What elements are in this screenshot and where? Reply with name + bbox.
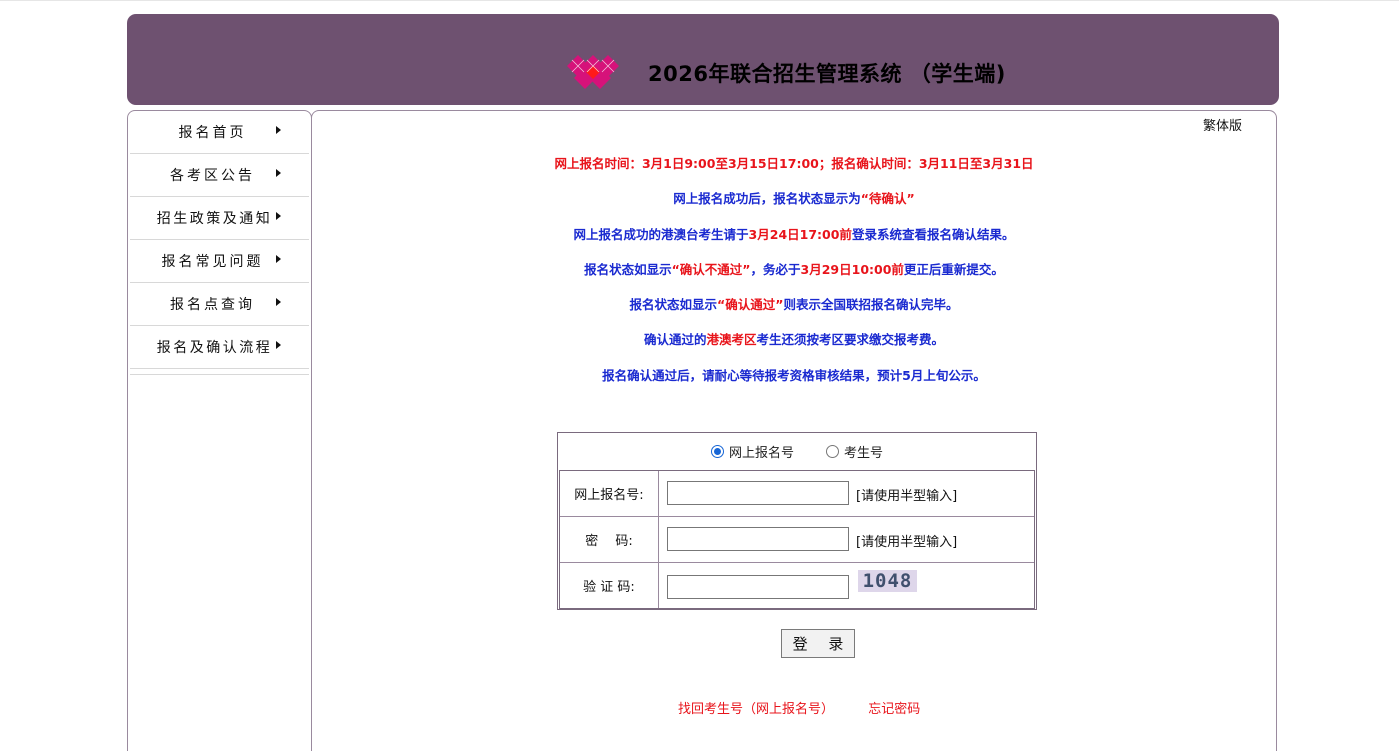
radio-button-selected[interactable] <box>710 444 724 458</box>
sidebar: 报名首页 各考区公告 招生政策及通知 报名常见问题 报名点查询 报名及确认流程 <box>127 110 312 751</box>
sidebar-divider <box>130 369 309 375</box>
main-panel: 繁体版 网上报名时间：3月1日9:00至3月15日17:00；报名确认时间：3月… <box>311 110 1277 751</box>
notice-highlight: “确认不通过” <box>671 262 751 277</box>
sidebar-item-label: 报名首页 <box>178 125 247 141</box>
radio-button[interactable] <box>826 444 839 458</box>
notice-text: 确认通过的 <box>643 332 707 347</box>
login-button[interactable]: 登 录 <box>781 629 855 658</box>
caret-right-icon <box>276 255 281 263</box>
notice-text: 登录系统查看报名确认结果。 <box>851 227 1015 242</box>
radio-option-exam-no[interactable]: 考生号 <box>826 442 883 461</box>
password-input[interactable] <box>667 527 849 551</box>
reg-no-input[interactable] <box>667 481 849 505</box>
radio-label: 考生号 <box>844 445 884 461</box>
sidebar-item-label: 报名常见问题 <box>161 254 264 270</box>
top-divider <box>0 0 1399 1</box>
caret-right-icon <box>276 341 281 349</box>
forgot-password-link[interactable]: 忘记密码 <box>868 702 920 717</box>
notice-highlight: “待确认” <box>860 191 915 206</box>
sidebar-item-process[interactable]: 报名及确认流程 <box>130 326 309 369</box>
notice-text: 网上报名成功后，报名状态显示为 <box>673 191 861 206</box>
notice-text: 报名状态如显示 <box>584 262 672 277</box>
notice-status-pending: 网上报名成功后，报名状态显示为“待确认” <box>312 188 1276 207</box>
form-row-password: 密 码: [请使用半型输入] <box>560 517 1034 563</box>
caret-right-icon <box>276 169 281 177</box>
notice-approved: 报名状态如显示“确认通过”则表示全国联招报名确认完毕。 <box>312 294 1276 313</box>
notice-highlight: “确认通过” <box>717 297 784 312</box>
notice-text: 考生还须按考区要求缴交报考费。 <box>756 332 945 347</box>
recover-id-link[interactable]: 找回考生号（网上报名号） <box>678 702 834 717</box>
notice-hkmt-deadline: 网上报名成功的港澳台考生请于3月24日17:00前登录系统查看报名确认结果。 <box>312 224 1276 243</box>
login-type-selector: 网上报名号 考生号 <box>558 433 1036 469</box>
form-row-reg-no: 网上报名号: [请使用半型输入] <box>560 471 1034 517</box>
notice-text: ，务必于 <box>750 262 801 277</box>
sidebar-item-faq[interactable]: 报名常见问题 <box>130 240 309 283</box>
captcha-input[interactable] <box>667 575 849 599</box>
notice-highlight: 3月24日17:00前 <box>748 227 852 242</box>
notice-text: 报名状态如显示 <box>629 297 718 312</box>
sidebar-item-label: 报名点查询 <box>170 297 255 313</box>
page-title: 2026年联合招生管理系统 （学生端) <box>648 62 1006 86</box>
sidebar-item-label: 各考区公告 <box>170 168 255 184</box>
sidebar-item-home[interactable]: 报名首页 <box>130 111 309 154</box>
traditional-chinese-link[interactable]: 繁体版 <box>1203 115 1242 134</box>
radio-option-reg-no[interactable]: 网上报名号 <box>710 442 794 461</box>
notice-fee: 确认通过的港澳考区考生还须按考区要求缴交报考费。 <box>312 329 1276 348</box>
form-row-captcha: 验 证 码: 1048 <box>560 563 1034 608</box>
sidebar-item-locations[interactable]: 报名点查询 <box>130 283 309 326</box>
sidebar-item-announcements[interactable]: 各考区公告 <box>130 154 309 197</box>
notice-text: 更正后重新提交。 <box>903 262 1004 277</box>
header-banner: 2026年联合招生管理系统 （学生端) <box>127 14 1279 105</box>
caret-right-icon <box>276 126 281 134</box>
reg-no-label: 网上报名号: <box>560 471 659 516</box>
reg-no-hint: [请使用半型输入] <box>856 489 958 504</box>
captcha-label: 验 证 码: <box>560 563 659 608</box>
login-form: 网上报名号 考生号 网上报名号: [请使用半型输入] 密 码: [请使用半型输入… <box>557 432 1037 610</box>
captcha-image[interactable]: 1048 <box>858 570 917 592</box>
notice-text: 则表示全国联招报名确认完毕。 <box>783 297 959 312</box>
notice-highlight: 港澳考区 <box>706 332 757 347</box>
notice-highlight: 3月29日10:00前 <box>800 262 904 277</box>
sidebar-item-label: 报名及确认流程 <box>156 340 273 356</box>
notice-schedule: 网上报名时间：3月1日9:00至3月15日17:00；报名确认时间：3月11日至… <box>554 156 1034 171</box>
notice-review: 报名确认通过后，请耐心等待报考资格审核结果，预计5月上旬公示。 <box>602 368 986 383</box>
login-fields-table: 网上报名号: [请使用半型输入] 密 码: [请使用半型输入] 验 证 码: 1… <box>559 470 1035 609</box>
notice-text: 网上报名成功的港澳台考生请于 <box>573 227 749 242</box>
caret-right-icon <box>276 212 281 220</box>
radio-label: 网上报名号 <box>728 445 794 461</box>
caret-right-icon <box>276 298 281 306</box>
recovery-links: 找回考生号（网上报名号） 忘记密码 <box>678 698 920 717</box>
sidebar-item-label: 招生政策及通知 <box>156 211 273 227</box>
sidebar-nav: 报名首页 各考区公告 招生政策及通知 报名常见问题 报名点查询 报名及确认流程 <box>130 111 309 375</box>
password-label: 密 码: <box>560 517 659 562</box>
password-hint: [请使用半型输入] <box>856 535 958 550</box>
diamond-logo-icon <box>567 55 619 89</box>
notice-rejected: 报名状态如显示“确认不通过”，务必于3月29日10:00前更正后重新提交。 <box>312 259 1276 278</box>
sidebar-item-policies[interactable]: 招生政策及通知 <box>130 197 309 240</box>
